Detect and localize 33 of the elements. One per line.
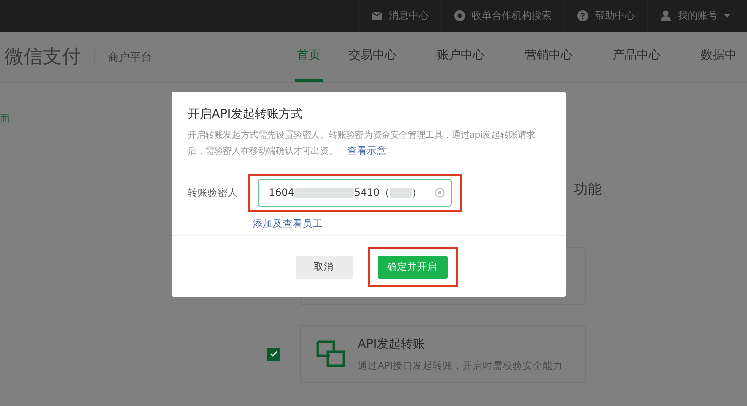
nav-tab[interactable]: 数据中 <box>687 32 747 82</box>
dialog-title: 开启API发起转账方式 <box>188 106 304 123</box>
confirm-button[interactable]: 确定并开启 <box>378 256 448 278</box>
link[interactable]: 查看示意 <box>348 146 387 157</box>
menu-link[interactable]: 消息中心 <box>389 9 429 23</box>
platform-name: 商户平台 <box>108 50 152 64</box>
nav-tab[interactable]: 产品中心 <box>599 32 675 82</box>
transfer-icon <box>316 339 346 369</box>
section-heading: 功能 <box>574 181 602 199</box>
target-icon <box>454 10 466 22</box>
user-icon <box>660 10 672 22</box>
nav-tab[interactable]: 首页 <box>295 32 323 82</box>
description-text: 开启转账发起方式需先设置验密人。转账验密为资金安全管理工具，通过api发起转账请求后，需验密人在移动端确认才可出资。 查看示意 <box>188 130 537 159</box>
menu-link[interactable]: 收单合作机构搜索 <box>472 9 552 23</box>
field-label: 转账验密人 <box>188 186 239 200</box>
mail-icon <box>371 10 383 22</box>
input-field[interactable]: 1604 5410（ ） <box>258 179 452 207</box>
menu-link[interactable]: 帮助中心 <box>595 9 635 23</box>
check-icon <box>268 349 278 359</box>
cancel-button[interactable]: 取消 <box>296 256 352 278</box>
checkbox[interactable] <box>267 348 280 360</box>
link[interactable]: 添加及查看员工 <box>253 218 323 231</box>
clear-icon <box>435 188 445 198</box>
nav-tab[interactable]: 交易中心 <box>335 32 411 82</box>
help-icon <box>577 10 589 22</box>
redacted-text <box>294 188 354 198</box>
redacted-text <box>390 188 412 198</box>
sidebar-item[interactable]: 面 <box>0 114 10 125</box>
nav-tab[interactable]: 营销中心 <box>511 32 587 82</box>
logo[interactable]: 微信支付 <box>5 44 81 70</box>
nav-tab[interactable]: 账户中心 <box>423 32 499 82</box>
menu-link[interactable]: 我的账号 <box>678 9 718 23</box>
card-title: API发起转账 <box>358 336 426 352</box>
